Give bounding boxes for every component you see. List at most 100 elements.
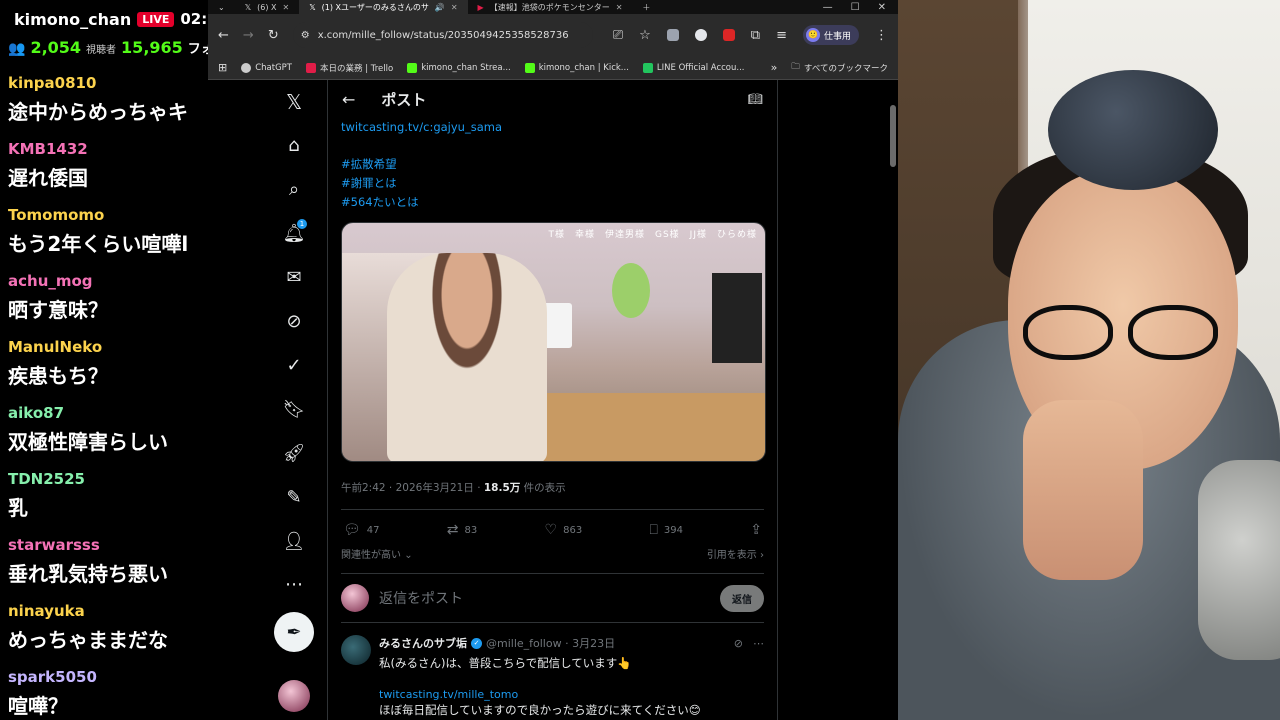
page-scrollbar[interactable] [890, 105, 896, 167]
extension-icon[interactable] [694, 29, 707, 41]
more-bookmarks-icon[interactable]: » [771, 61, 778, 74]
compose-post-button[interactable]: ✒ [274, 612, 314, 652]
bookmark-kick[interactable]: kimono_chan | Kick... [524, 62, 629, 73]
post-meta: 午前2:42 · 2026年3月21日 · 18.5万 件の表示 [341, 480, 764, 495]
chat-message-text: 晒す意味？ [8, 298, 108, 322]
reply-action[interactable]: 💬︎ 47 [343, 522, 380, 538]
messages-icon[interactable]: ✉ [270, 263, 318, 291]
post-media-image[interactable]: T様 幸様 伊達男様 GS様 JJ様 ひらめ様 [341, 222, 766, 462]
share-action[interactable]: ⇪ [750, 522, 762, 538]
premium-icon[interactable]: 🚀︎ [270, 439, 318, 467]
line-icon [642, 62, 653, 73]
bookmark-chatgpt[interactable]: ChatGPT [241, 62, 292, 73]
bookmark-action[interactable]: ⎕ 394 [649, 522, 683, 538]
new-tab-button[interactable]: ＋ [632, 0, 660, 14]
chat-username[interactable]: KMB1432 [8, 140, 202, 160]
chat-overlay: kimono_chan LIVE 02: 👥 2,054 視聴者 15,965 … [0, 0, 210, 720]
chat-username[interactable]: ninayuka [8, 602, 202, 622]
hashtag-link[interactable]: #564たいとは [341, 193, 764, 212]
close-tab-icon[interactable]: ✕ [451, 3, 458, 12]
chat-username[interactable]: spark5050 [8, 668, 202, 688]
reply-tweet[interactable]: みるさんのサブ垢 ✓ @mille_follow · 3月23日 ⊘ ⋯ 私(み… [341, 623, 764, 718]
close-tab-icon[interactable]: ✕ [283, 3, 290, 12]
all-bookmarks-folder[interactable]: 🗀 すべてのブックマーク [791, 61, 888, 75]
menu-icon[interactable]: ⋮ [875, 28, 888, 43]
star-icon[interactable]: ☆ [639, 28, 651, 43]
close-tab-icon[interactable]: ✕ [616, 3, 623, 12]
view-quotes-link[interactable]: 引用を表示 › [707, 546, 764, 561]
bookmark-line[interactable]: LINE Official Accou... [642, 62, 745, 73]
channel-name: kimono_chan [14, 9, 132, 29]
grok-explain-icon[interactable]: ⊘ [734, 637, 743, 650]
more-icon[interactable]: ⋯ [270, 570, 318, 598]
like-action[interactable]: ♡ 863 [545, 522, 583, 538]
chat-username[interactable]: achu_mog [8, 272, 202, 292]
extension-icon[interactable] [666, 29, 679, 41]
back-arrow-icon[interactable]: ← [342, 90, 355, 109]
notifications-icon[interactable]: 🔔︎ 1 [270, 219, 318, 247]
cast-icon[interactable]: ⎚ [613, 28, 623, 43]
live-badge: LIVE [137, 11, 175, 27]
chat-username[interactable]: TDN2525 [8, 470, 202, 490]
profile-icon[interactable]: 👤︎ [270, 527, 318, 555]
playlist-icon[interactable]: ≡ [776, 28, 787, 43]
forward-icon[interactable]: → [243, 28, 254, 43]
navigation-bar: ← → ↻ ⚙ x.com/mille_follow/status/203504… [208, 14, 898, 56]
trello-icon [306, 62, 316, 73]
site-info-icon[interactable]: ⚙ [301, 30, 310, 41]
reply-input[interactable]: 返信をポスト [379, 588, 463, 608]
search-icon[interactable]: ⌕ [270, 175, 318, 203]
hashtag-link[interactable]: #謝罪とは [341, 174, 764, 193]
x-sidebar-nav: 𝕏 ⌂ ⌕ 🔔︎ 1 ✉ ⊘ ✓ 🔖︎ 🚀︎ ✎ 👤︎ ⋯ ✒ [270, 80, 318, 720]
heart-icon: ♡ [544, 522, 558, 538]
tab-x-home[interactable]: 𝕏 (6) X ✕ [235, 0, 300, 14]
chevron-down-icon: ⌄ [404, 550, 413, 561]
verified-badge-icon: ✓ [471, 637, 482, 649]
account-avatar[interactable] [278, 680, 310, 712]
grok-icon[interactable]: ⊘ [270, 307, 318, 335]
sort-dropdown[interactable]: 関連性が高い ⌄ [341, 546, 413, 561]
follower-count: 15,965 [121, 38, 183, 57]
chat-message: TDN2525 乳 [0, 462, 210, 528]
chat-username[interactable]: kinpa0810 [8, 74, 202, 94]
extension-icon[interactable] [722, 29, 735, 41]
chat-username[interactable]: aiko87 [8, 404, 202, 424]
compose-article-icon[interactable]: ✎ [270, 483, 318, 511]
x-logo-icon[interactable]: 𝕏 [270, 88, 318, 116]
reply-author-avatar[interactable] [341, 635, 371, 665]
minimize-icon[interactable]: — [823, 2, 833, 13]
tab-x-post[interactable]: 𝕏 (1) Xユーザーのみるさんのサ 🔊 ✕ [299, 0, 468, 14]
reload-icon[interactable]: ↻ [268, 28, 279, 43]
chat-header: kimono_chan LIVE 02: 👥 2,054 視聴者 15,965 … [0, 0, 210, 66]
close-window-icon[interactable]: ✕ [878, 2, 886, 13]
communities-icon[interactable]: ✓ [270, 351, 318, 379]
profile-button[interactable]: 🙂 仕事用 [802, 25, 859, 45]
home-icon[interactable]: ⌂ [270, 131, 318, 159]
repost-action[interactable]: ⇄ 83 [447, 522, 477, 538]
hashtag-link[interactable]: #拡散希望 [341, 155, 764, 174]
reply-author-name[interactable]: みるさんのサブ垢 [379, 635, 467, 651]
maximize-icon[interactable]: ☐ [851, 2, 860, 13]
chat-username[interactable]: ManulNeko [8, 338, 202, 358]
twitcasting-link[interactable]: twitcasting.tv/c:gajyu_sama [341, 118, 764, 137]
bookmark-trello[interactable]: 本日の業務 | Trello [306, 62, 393, 74]
follower-label: フォロ [187, 42, 210, 57]
more-options-icon[interactable]: ⋯ [753, 637, 764, 650]
tab-news[interactable]: ▶ 【速報】池袋のポケモンセンター ✕ [468, 0, 633, 14]
address-bar[interactable]: ⚙ x.com/mille_follow/status/203504942535… [292, 22, 593, 48]
reply-link[interactable]: twitcasting.tv/mille_tomo [379, 688, 764, 701]
chat-username[interactable]: Tomomomo [8, 206, 202, 226]
chat-username[interactable]: starwarsss [8, 536, 202, 556]
tab-list-button[interactable]: ⌄ [208, 0, 235, 14]
post-timestamp[interactable]: 午前2:42 · 2026年3月21日 · [341, 482, 484, 494]
chevron-right-icon: › [760, 550, 764, 561]
webcam-feed [898, 0, 1280, 720]
bookmark-kick-stream[interactable]: kimono_chan Strea... [407, 62, 511, 73]
chat-message-text: 乳 [8, 496, 28, 520]
apps-grid-icon[interactable]: ⊞ [218, 61, 227, 74]
puzzle-icon[interactable]: ⧉ [751, 28, 760, 43]
back-icon[interactable]: ← [218, 28, 229, 43]
reply-submit-button[interactable]: 返信 [720, 584, 764, 612]
reader-mode-icon[interactable]: 📖︎ [748, 92, 763, 106]
bookmarks-icon[interactable]: 🔖︎ [270, 395, 318, 423]
